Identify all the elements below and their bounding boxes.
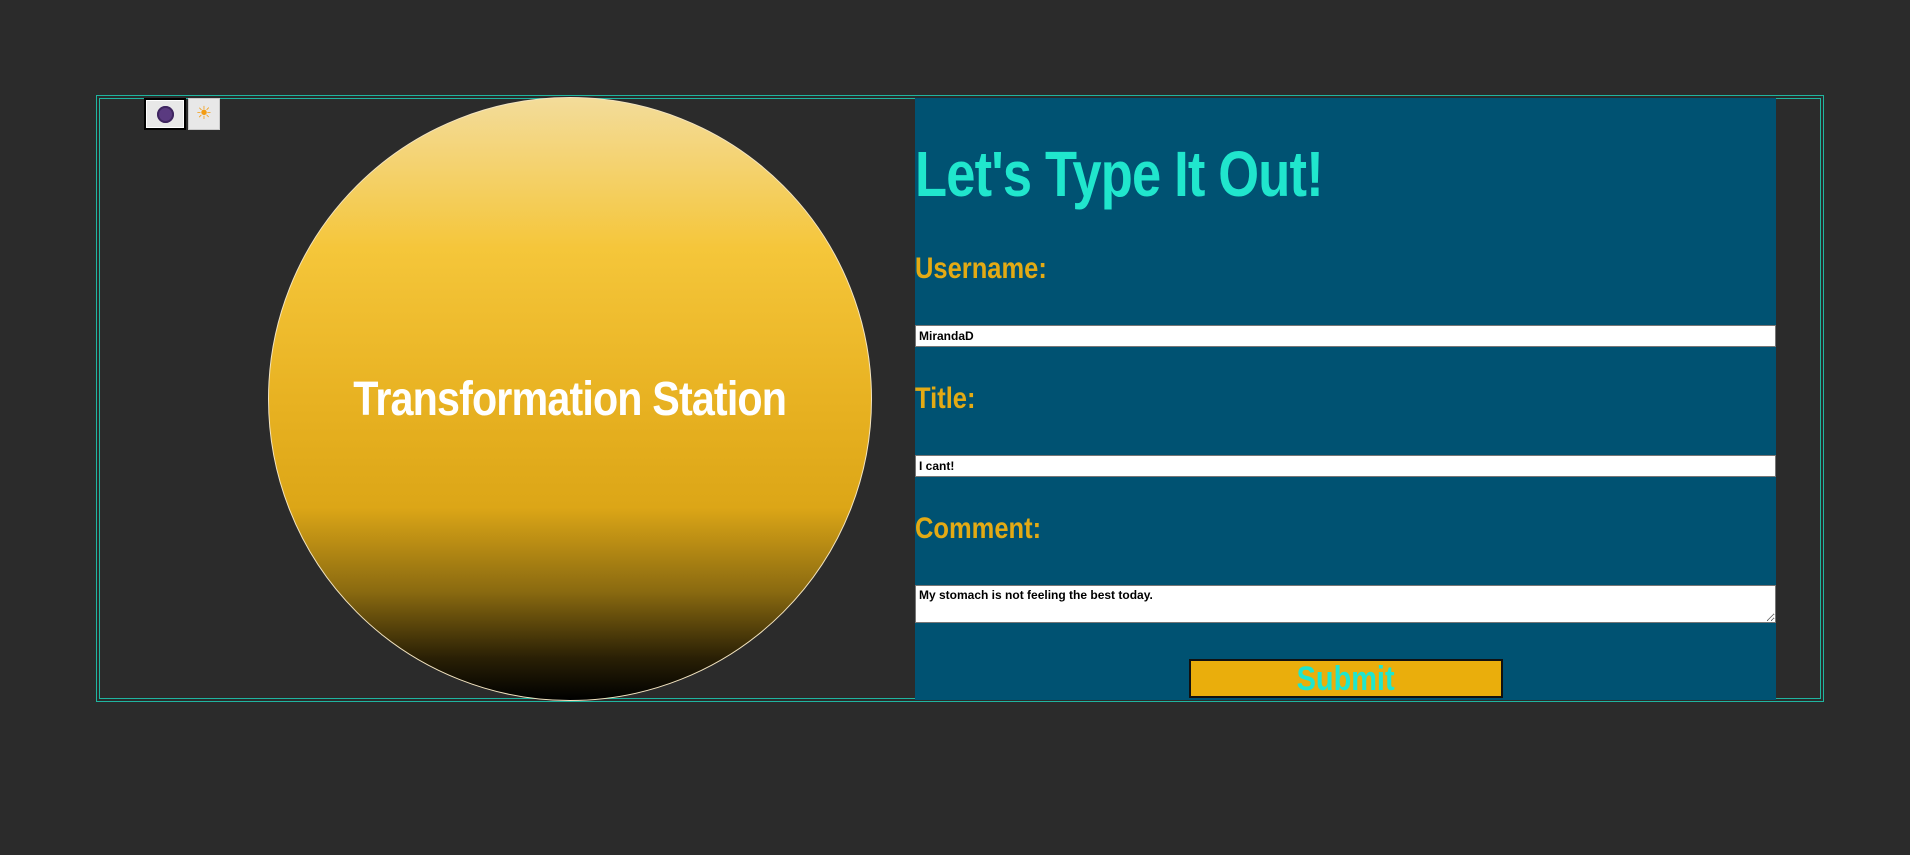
- moon-icon: [156, 105, 174, 123]
- comment-form: Let's Type It Out! Username: Title: Comm…: [915, 98, 1776, 700]
- submit-button-label: Submit: [1297, 659, 1395, 698]
- username-input[interactable]: [915, 325, 1776, 347]
- username-label: Username:: [915, 252, 1047, 285]
- light-theme-button[interactable]: ☀: [188, 98, 220, 130]
- form-heading: Let's Type It Out!: [915, 138, 1324, 210]
- sun-icon: ☀: [195, 103, 213, 124]
- site-title: Transformation Station: [353, 372, 788, 426]
- title-input[interactable]: [915, 455, 1776, 477]
- comment-textarea[interactable]: My stomach is not feeling the best today…: [915, 585, 1776, 623]
- submit-button[interactable]: Submit: [1189, 659, 1503, 698]
- dark-theme-button[interactable]: [144, 98, 186, 130]
- hero-circle: Transformation Station: [268, 97, 872, 701]
- theme-toggle-group: ☀: [144, 98, 220, 130]
- comment-label: Comment:: [915, 512, 1042, 545]
- title-label: Title:: [915, 382, 976, 415]
